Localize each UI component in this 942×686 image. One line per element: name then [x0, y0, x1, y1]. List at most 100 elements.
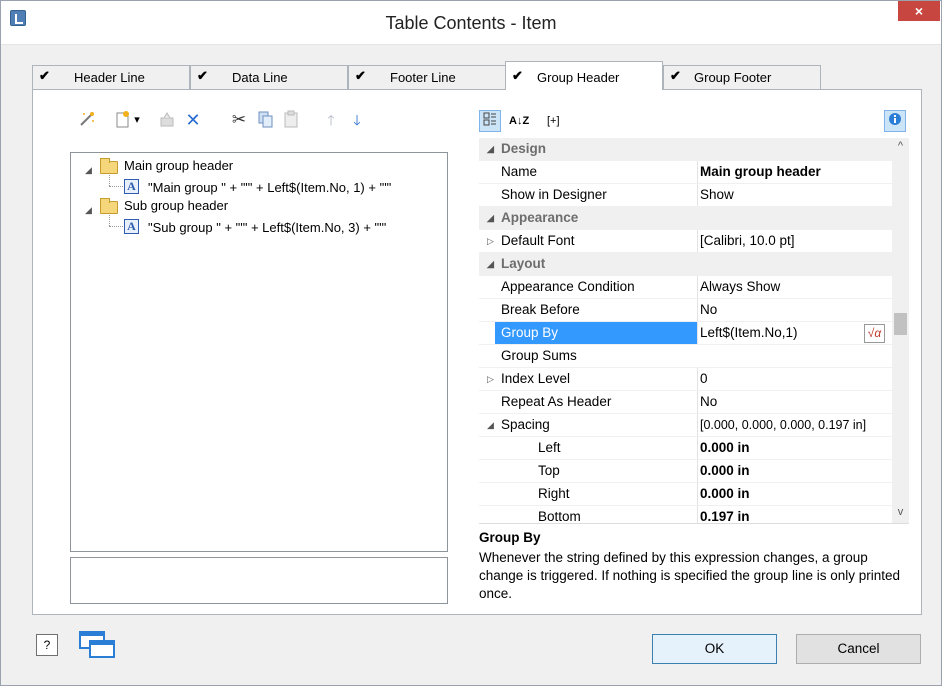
property-row-index-level[interactable]: ▷ Index Level 0 [479, 368, 892, 391]
tree-line [109, 226, 123, 227]
expand-all-icon[interactable]: [+] [547, 110, 560, 132]
property-value[interactable]: Always Show [697, 276, 892, 298]
property-label: Default Font [501, 233, 575, 248]
property-row-spacing[interactable]: ◢ Spacing [0.000, 0.000, 0.000, 0.197 in… [479, 414, 892, 437]
tab-label: Header Line [74, 70, 145, 85]
property-label: Group By [501, 325, 559, 340]
tab-group-footer[interactable]: ✔ Group Footer [663, 65, 821, 89]
checkbox-icon[interactable]: ✔ [197, 68, 208, 84]
scroll-down-icon[interactable]: v [892, 506, 909, 518]
checkbox-icon[interactable]: ✔ [39, 68, 50, 84]
folder-icon [100, 158, 118, 174]
property-row-spacing-bottom[interactable]: Bottom 0.197 in [479, 506, 892, 523]
property-label: Repeat As Header [501, 394, 612, 409]
ok-button[interactable]: OK [652, 634, 777, 664]
folder-icon [100, 198, 118, 214]
property-grid[interactable]: ◢ Design Name Main group header Show in … [479, 138, 892, 523]
property-label: Bottom [538, 509, 581, 523]
property-row-spacing-top[interactable]: Top 0.000 in [479, 460, 892, 483]
new-item-icon[interactable] [113, 110, 133, 130]
tab-footer-line[interactable]: ✔ Footer Line [348, 65, 506, 89]
dialog-window: Table Contents - Item × ✔ Header Line ✔ … [0, 0, 942, 686]
property-value[interactable]: Left$(Item.No,1) [697, 322, 892, 344]
tree-line [109, 215, 110, 226]
collapse-icon[interactable]: ◢ [487, 207, 494, 229]
property-row-break-before[interactable]: Break Before No [479, 299, 892, 322]
text-field-icon: A [124, 219, 139, 234]
category-design[interactable]: ◢ Design [479, 138, 892, 161]
scroll-thumb[interactable] [894, 313, 907, 335]
property-value[interactable]: No [697, 299, 892, 321]
property-value[interactable]: 0.000 in [697, 460, 892, 482]
collapse-icon[interactable]: ◢ [487, 414, 494, 436]
property-value[interactable]: No [697, 391, 892, 413]
info-icon[interactable] [884, 110, 906, 132]
category-layout[interactable]: ◢ Layout [479, 253, 892, 276]
paste-icon [281, 110, 301, 130]
tree-node-main-group-expr[interactable]: "Main group " + "'" + Left$(Item.No, 1) … [148, 180, 391, 195]
delete-icon[interactable]: ✕ [183, 110, 203, 130]
tree-line [109, 175, 110, 186]
window-shape [89, 640, 115, 658]
expand-icon[interactable]: ▷ [487, 368, 494, 390]
cancel-button[interactable]: Cancel [796, 634, 921, 664]
title-bar: Table Contents - Item × [1, 1, 941, 45]
property-value[interactable]: [Calibri, 10.0 pt] [697, 230, 892, 252]
tab-label: Group Footer [694, 70, 772, 85]
property-row-show-in-designer[interactable]: Show in Designer Show [479, 184, 892, 207]
formula-button[interactable]: √α [864, 324, 885, 343]
property-label: Index Level [501, 371, 571, 386]
property-value[interactable]: 0.197 in [697, 506, 892, 523]
checkbox-icon[interactable]: ✔ [512, 68, 523, 84]
property-value[interactable]: Show [697, 184, 892, 206]
property-label: Top [538, 463, 560, 478]
property-row-default-font[interactable]: ▷ Default Font [Calibri, 10.0 pt] [479, 230, 892, 253]
property-value[interactable]: [0.000, 0.000, 0.000, 0.197 in] [697, 414, 892, 436]
tree-line [109, 186, 123, 187]
windows-icon[interactable] [79, 631, 119, 661]
checkbox-icon[interactable]: ✔ [670, 68, 681, 84]
property-value[interactable]: 0.000 in [697, 437, 892, 459]
category-appearance[interactable]: ◢ Appearance [479, 207, 892, 230]
property-row-appearance-condition[interactable]: Appearance Condition Always Show [479, 276, 892, 299]
property-value[interactable]: 0 [697, 368, 892, 390]
close-button[interactable]: × [898, 1, 940, 21]
copy-icon[interactable] [255, 110, 275, 130]
tab-data-line[interactable]: ✔ Data Line [190, 65, 348, 89]
tree-node-main-group-header[interactable]: Main group header [124, 158, 233, 173]
categorized-icon[interactable] [479, 110, 501, 132]
dropdown-arrow-icon[interactable]: ▾ [131, 110, 143, 130]
tree-node-sub-group-expr[interactable]: "Sub group " + "'" + Left$(Item.No, 3) +… [148, 220, 386, 235]
property-row-group-by[interactable]: Group By Left$(Item.No,1) √α [479, 322, 892, 345]
collapse-icon[interactable]: ◢ [85, 205, 92, 216]
property-label: Right [538, 486, 570, 501]
tab-group-header[interactable]: ✔ Group Header [505, 61, 663, 90]
scroll-up-icon[interactable]: ^ [892, 140, 909, 152]
property-row-name[interactable]: Name Main group header [479, 161, 892, 184]
property-row-repeat-as-header[interactable]: Repeat As Header No [479, 391, 892, 414]
move-down-icon[interactable]: 🡓 [347, 110, 367, 130]
checkbox-icon[interactable]: ✔ [355, 68, 366, 84]
tree-view[interactable]: ◢ Main group header A "Main group " + "'… [70, 152, 448, 552]
property-row-group-sums[interactable]: Group Sums [479, 345, 892, 368]
tab-header-line[interactable]: ✔ Header Line [32, 65, 190, 89]
cut-icon[interactable]: ✂ [229, 110, 249, 130]
property-label: Spacing [501, 417, 550, 432]
expand-icon[interactable]: ▷ [487, 230, 494, 252]
property-value[interactable]: Main group header [697, 161, 892, 183]
property-row-spacing-left[interactable]: Left 0.000 in [479, 437, 892, 460]
tree-node-sub-group-header[interactable]: Sub group header [124, 198, 228, 213]
property-label: Left [538, 440, 561, 455]
collapse-icon[interactable]: ◢ [85, 165, 92, 176]
tab-label: Footer Line [390, 70, 456, 85]
property-label: Appearance Condition [501, 279, 635, 294]
property-value[interactable]: 0.000 in [697, 483, 892, 505]
wand-icon[interactable] [77, 110, 97, 130]
collapse-icon[interactable]: ◢ [487, 138, 494, 160]
help-button[interactable]: ? [36, 634, 58, 656]
vertical-scrollbar[interactable]: ^ v [892, 138, 909, 523]
property-label: Group Sums [501, 348, 577, 363]
collapse-icon[interactable]: ◢ [487, 253, 494, 275]
property-row-spacing-right[interactable]: Right 0.000 in [479, 483, 892, 506]
sort-az-icon[interactable]: A↓Z [509, 110, 529, 132]
